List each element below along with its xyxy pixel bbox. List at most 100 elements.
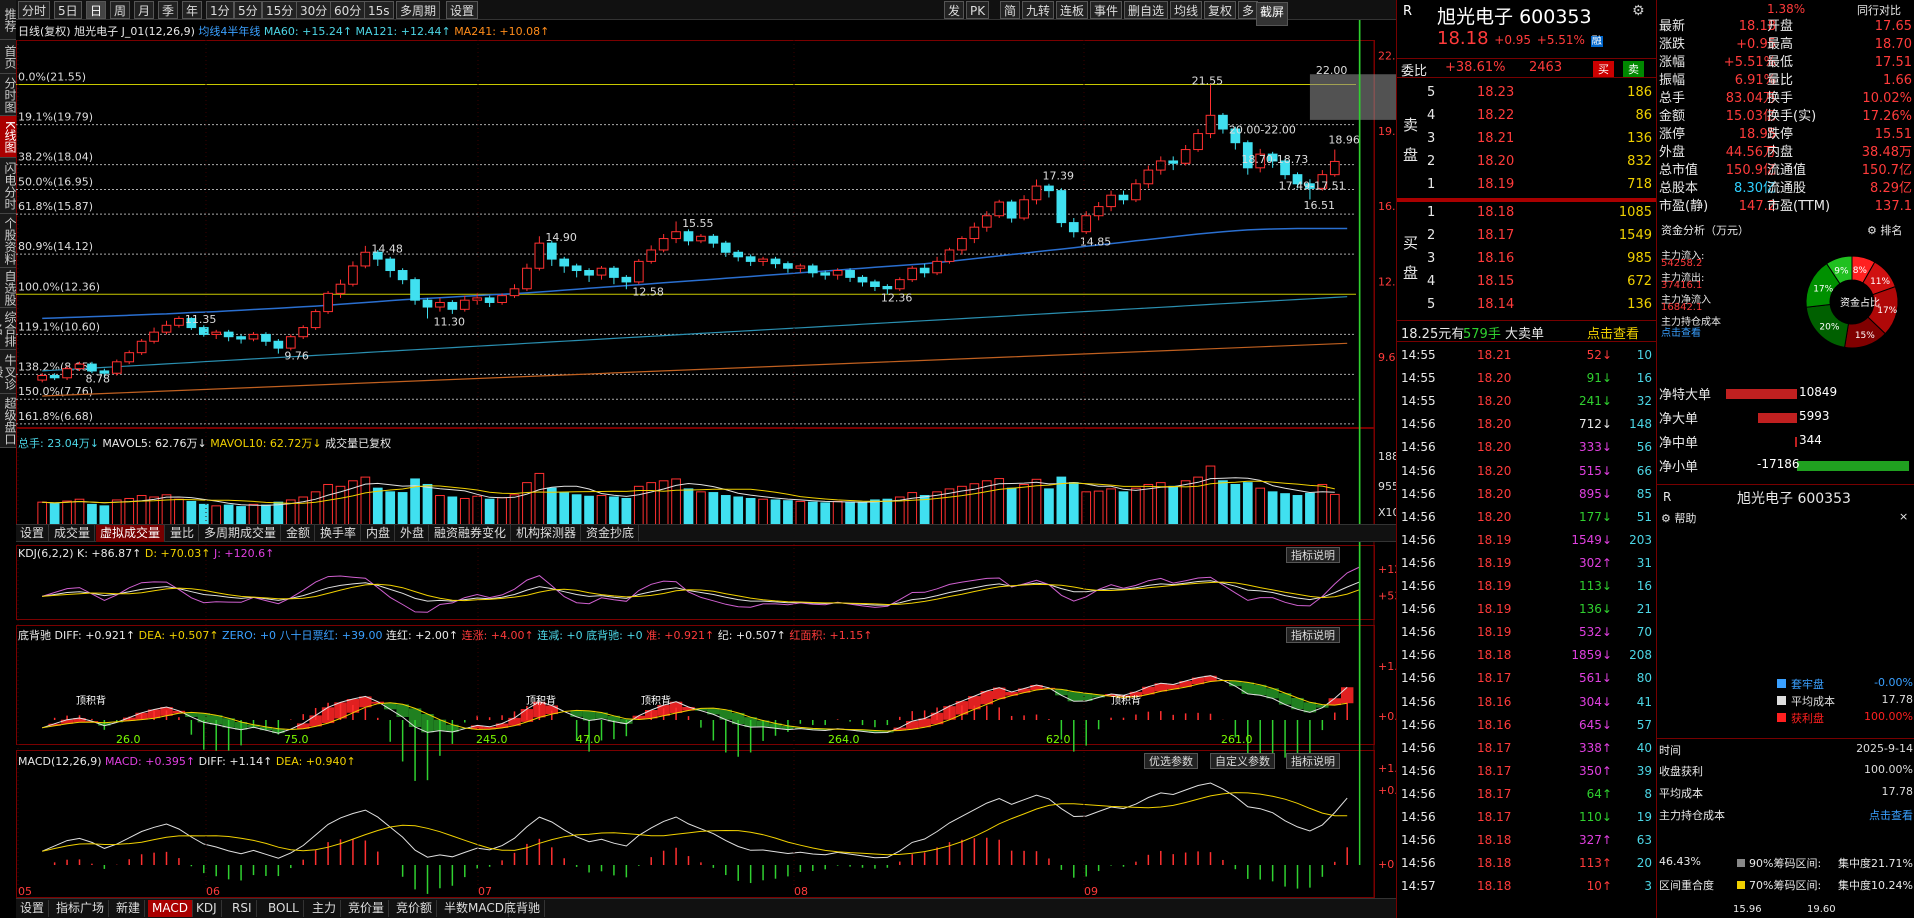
- period-button-5[interactable]: 季: [158, 1, 179, 19]
- macd-optimal-button[interactable]: 优选参数: [1144, 753, 1198, 769]
- tool-button-4[interactable]: 连板: [1056, 1, 1089, 19]
- indicator-tab-5[interactable]: RSI: [228, 900, 257, 917]
- period-button-12[interactable]: 15s: [364, 1, 394, 19]
- ask-level-4[interactable]: 1 18.19 718: [1397, 174, 1656, 196]
- period-button-1[interactable]: 5日: [54, 1, 82, 19]
- volume-bar-102: [1305, 492, 1315, 526]
- period-button-13[interactable]: 多周期: [396, 1, 441, 19]
- indicator-tab-7[interactable]: 主力: [308, 900, 342, 917]
- period-button-11[interactable]: 60分: [330, 1, 366, 19]
- vol-tab-0[interactable]: 设置: [16, 525, 50, 542]
- sidebar-tab-6[interactable]: 自选股: [0, 268, 17, 308]
- vol-tab-6[interactable]: 换手率: [316, 525, 362, 542]
- macd-custom-button[interactable]: 自定义参数: [1210, 753, 1275, 769]
- period-button-2[interactable]: 日: [86, 1, 107, 19]
- help-row[interactable]: ⚙ 帮助: [1661, 510, 1696, 526]
- indicator-tab-10[interactable]: 半数MACD: [440, 900, 509, 917]
- vol-tab-4[interactable]: 多周期成交量: [200, 525, 282, 542]
- sidebar-tab-0[interactable]: 推荐: [0, 0, 17, 40]
- macd-info-button[interactable]: 指标说明: [1286, 753, 1340, 769]
- indicator-tab-9[interactable]: 竞价额: [392, 900, 438, 917]
- tool-button-0[interactable]: 发: [944, 1, 965, 19]
- stat-cell-2: 换手: [1767, 91, 1794, 106]
- sidebar-tab-3[interactable]: K线图: [0, 116, 17, 158]
- tool-button-8[interactable]: 复权: [1204, 1, 1237, 19]
- vol-tab-9[interactable]: 融资融券变化: [430, 525, 512, 542]
- vol-tab-2[interactable]: 虚拟成交量: [96, 525, 166, 542]
- stat-cell-0: 总股本: [1659, 181, 1699, 196]
- big-order-link[interactable]: 点击查看: [1587, 323, 1639, 342]
- tool-button-5[interactable]: 事件: [1090, 1, 1123, 19]
- ask-price: 18.19: [1477, 177, 1515, 192]
- rank-button[interactable]: ⚙ 排名: [1867, 222, 1902, 238]
- vol-tab-7[interactable]: 内盘: [362, 525, 396, 542]
- chip-row-2: 获利盘 100.00%: [1777, 710, 1914, 726]
- ask-level-0[interactable]: 5 18.23 186: [1397, 82, 1656, 104]
- sidebar-tab-2[interactable]: 分时图: [0, 74, 17, 116]
- bid-level-4[interactable]: 5 18.14 136: [1397, 294, 1656, 316]
- settings-icon[interactable]: ⚙: [1632, 3, 1645, 19]
- period-button-7[interactable]: 1分: [206, 1, 234, 19]
- dbc-info-button[interactable]: 指标说明: [1286, 627, 1340, 643]
- tool-button-1[interactable]: PK: [966, 1, 990, 19]
- ask-level-1[interactable]: 4 18.22 86: [1397, 105, 1656, 127]
- bid-level-1[interactable]: 2 18.17 1549: [1397, 225, 1656, 247]
- bid-level-3[interactable]: 4 18.15 672: [1397, 271, 1656, 293]
- vol-tab-8[interactable]: 外盘: [396, 525, 430, 542]
- ask-level-2[interactable]: 3 18.21 136: [1397, 128, 1656, 150]
- indicator-tab-6[interactable]: BOLL: [264, 900, 304, 917]
- kdj-info-button[interactable]: 指标说明: [1286, 547, 1340, 563]
- price-annotation-16: 9.76: [284, 350, 309, 363]
- indicator-tab-11[interactable]: 底背驰: [500, 900, 546, 917]
- sidebar-tab-7[interactable]: 综合排名: [0, 308, 17, 350]
- period-button-8[interactable]: 5分: [234, 1, 262, 19]
- period-button-14[interactable]: 设置: [446, 1, 479, 19]
- tool-button-6[interactable]: 删自选: [1124, 1, 1169, 19]
- period-button-4[interactable]: 月: [134, 1, 155, 19]
- vol-tab-1[interactable]: 成交量: [50, 525, 96, 542]
- period-button-10[interactable]: 30分: [296, 1, 332, 19]
- close-icon[interactable]: ×: [1899, 510, 1908, 523]
- chart-area[interactable]: 0.0%(21.55) 19.1%(19.79) 38.2%(18.04) 50.0%…: [16, 20, 1396, 898]
- indicator-tab-0[interactable]: 设置: [16, 900, 50, 917]
- tool-button-7[interactable]: 均线: [1170, 1, 1203, 19]
- period-button-6[interactable]: 年: [182, 1, 203, 19]
- volume-bar-57: [745, 497, 756, 526]
- tool-button-9[interactable]: 多: [1238, 1, 1259, 19]
- indicator-tab-4[interactable]: KDJ: [192, 900, 222, 917]
- ask-level-3[interactable]: 2 18.20 832: [1397, 151, 1656, 173]
- info-value[interactable]: 点击查看: [1869, 807, 1913, 823]
- vol-tab-3[interactable]: 量比: [166, 525, 200, 542]
- sidebar-tab-1[interactable]: 首页: [0, 40, 17, 74]
- period-button-3[interactable]: 周: [110, 1, 131, 19]
- period-button-9[interactable]: 15分: [262, 1, 298, 19]
- fund-line-7[interactable]: 点击查看: [1661, 324, 1701, 339]
- tool-button-2[interactable]: 简: [1000, 1, 1021, 19]
- tick-volume: 113↓: [1579, 579, 1612, 593]
- candle-body-69: [894, 279, 905, 290]
- indicator-tab-3[interactable]: MACD: [148, 900, 193, 917]
- indicator-tab-8[interactable]: 竞价量: [344, 900, 390, 917]
- sidebar-tab-9[interactable]: 超级盘口: [0, 394, 17, 448]
- candle-body-29: [397, 270, 408, 281]
- bid-level-0[interactable]: 1 18.18 1085: [1397, 202, 1656, 224]
- period-button-0[interactable]: 分时: [18, 1, 51, 19]
- vol-tab-11[interactable]: 资金抄底: [582, 525, 640, 542]
- vol-tab-10[interactable]: 机构探测器: [512, 525, 582, 542]
- indicator-tab-2[interactable]: 新建: [112, 900, 146, 917]
- bid-level-2[interactable]: 3 18.16 985: [1397, 248, 1656, 270]
- price-pct: +5.51%: [1536, 33, 1585, 47]
- big-order-row[interactable]: 18.25元有 579手 大卖单 点击查看: [1397, 320, 1657, 342]
- buy-button[interactable]: 买: [1593, 61, 1614, 77]
- ma-label[interactable]: 均线4半年线: [198, 25, 260, 38]
- sidebar-tab-5[interactable]: 个股资料: [0, 214, 17, 268]
- dbc-label-1: 75.0: [284, 733, 309, 746]
- sell-button[interactable]: 卖: [1623, 61, 1644, 77]
- indicator-tab-1[interactable]: 指标广场: [52, 900, 110, 917]
- peer-compare-button[interactable]: 同行对比: [1857, 2, 1901, 18]
- sidebar-tab-4[interactable]: 闪电分时: [0, 158, 17, 214]
- sidebar-tab-8[interactable]: 牛叉诊股: [0, 350, 17, 394]
- tool-button-3[interactable]: 九转: [1022, 1, 1055, 19]
- vol-tab-5[interactable]: 金额: [282, 525, 316, 542]
- tick-row-19: 14:56 18.17 64↑ 8: [1397, 783, 1656, 805]
